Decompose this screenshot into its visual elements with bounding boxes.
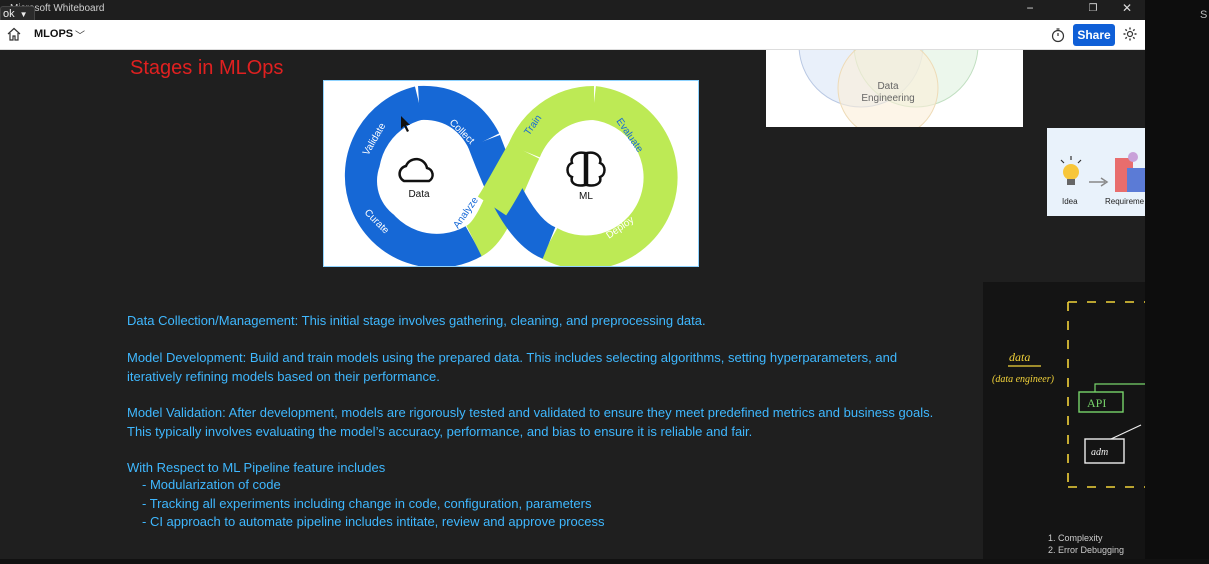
paragraph-pipeline-features: With Respect to ML Pipeline feature incl… — [127, 460, 386, 475]
home-icon[interactable] — [6, 26, 22, 42]
page-title: Stages in MLOps — [130, 57, 284, 79]
paragraph-model-validation: Model Validation: After development, mod… — [127, 405, 934, 439]
flow-label-idea: Idea — [1062, 197, 1078, 206]
gear-icon[interactable] — [1122, 26, 1138, 42]
close-button[interactable]: ✕ — [1110, 0, 1144, 18]
sketch-drawing: data (data engineer) API adm — [992, 301, 1145, 492]
text-paragraph: Model Development: Build and train model… — [127, 349, 947, 386]
venn-diagram-card[interactable]: Data Engineering — [766, 50, 1023, 127]
paragraph-model-development: Model Development: Build and train model… — [127, 350, 898, 384]
chevron-down-icon[interactable]: ﹀ — [75, 27, 85, 42]
mlops-cycle-image[interactable]: Data ML Validate Collect Curate Deploy T… — [323, 80, 699, 270]
presenter-chip-label: ok — [3, 8, 15, 20]
text-paragraph: Data Collection/Management: This initial… — [127, 312, 947, 331]
bullet-item: - Modularization of code — [142, 477, 281, 492]
side-panel: S — [1145, 0, 1209, 559]
timer-icon[interactable] — [1050, 27, 1066, 43]
minimize-button[interactable]: − — [1013, 0, 1047, 18]
flow-label-requirements: Requireme — [1105, 197, 1145, 206]
mlops-cycle-diagram: Data ML Validate Collect Curate Deploy T… — [344, 85, 678, 270]
text-paragraph: Model Validation: After development, mod… — [127, 404, 947, 441]
sketch-list-item: 1. Complexity — [1048, 533, 1103, 543]
sketch-adm: adm — [1091, 447, 1108, 458]
restore-button[interactable]: ❐ — [1076, 0, 1110, 18]
toolbar: MLOPS ﹀ Share — [0, 20, 1145, 50]
data-center-label: Data — [408, 189, 430, 200]
share-button[interactable]: Share — [1073, 24, 1115, 46]
paragraph-data-collection: Data Collection/Management: This initial… — [127, 313, 706, 328]
text-paragraph: With Respect to ML Pipeline feature incl… — [127, 459, 947, 478]
bullet-item: - CI approach to automate pipeline inclu… — [142, 514, 605, 529]
ml-center-label: ML — [579, 191, 593, 202]
sketch-api: API — [1087, 396, 1106, 410]
sketch-list-item: 2. Error Debugging — [1048, 545, 1125, 555]
handwritten-sketch[interactable]: data (data engineer) API adm 1. Complexi… — [983, 282, 1145, 559]
board-title[interactable]: MLOPS — [34, 28, 73, 40]
venn-label-data: Data — [877, 81, 899, 92]
chevron-down-icon: ▼ — [19, 10, 28, 19]
title-bar: Microsoft Whiteboard − ❐ ✕ — [0, 0, 1145, 20]
sketch-data-engineer: (data engineer) — [992, 374, 1055, 385]
bullet-item: - Tracking all experiments including cha… — [142, 496, 592, 511]
venn-diagram: Data Engineering — [798, 50, 979, 127]
workflow-card[interactable]: Idea Requireme — [1047, 128, 1145, 216]
venn-label-engineering: Engineering — [861, 93, 914, 104]
sketch-data: data — [1009, 350, 1030, 364]
